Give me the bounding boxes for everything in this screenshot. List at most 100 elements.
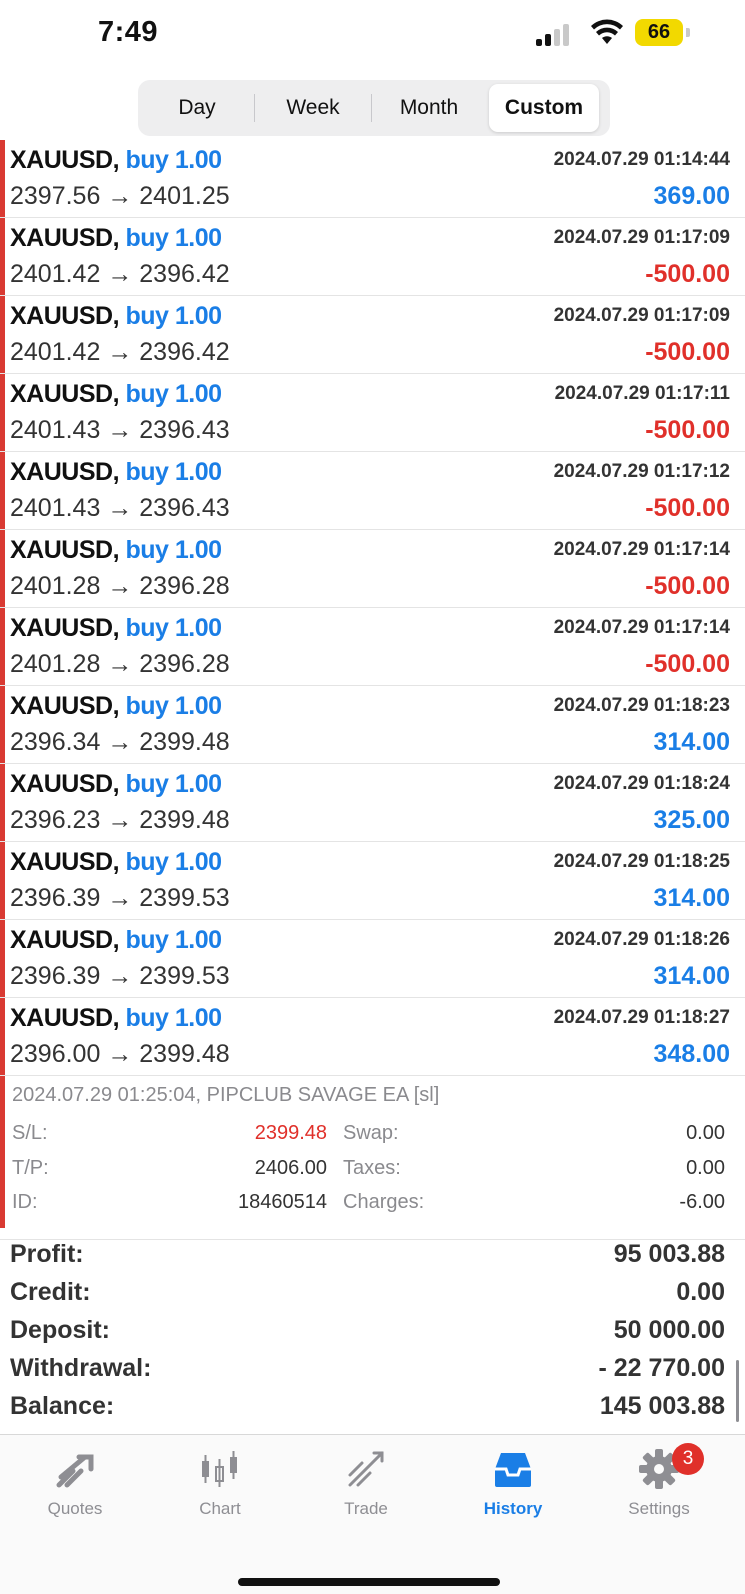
tp-label: T/P:: [12, 1157, 49, 1179]
history-icon: [495, 1453, 531, 1487]
tab-quotes[interactable]: Quotes: [15, 1443, 135, 1523]
tab-chart[interactable]: Chart: [160, 1443, 280, 1523]
tab-trade[interactable]: Trade: [306, 1443, 426, 1523]
deal-prices: 2396.39 → 2399.53: [10, 884, 230, 912]
wifi-icon: [591, 19, 623, 44]
history-list: XAUUSD, buy 1.00 2397.56 → 2401.25 2024.…: [0, 140, 745, 1240]
chart-icon: [202, 1451, 237, 1487]
deal-row[interactable]: XAUUSD, buy 1.00 2397.56 → 2401.25 2024.…: [0, 140, 745, 218]
deal-prices: 2401.43 → 2396.43: [10, 416, 230, 444]
summary-label: Withdrawal:: [10, 1354, 152, 1382]
deal-profit: -500.00: [645, 650, 730, 678]
deal-prices: 2401.28 → 2396.28: [10, 650, 230, 678]
scrollbar[interactable]: [736, 1360, 739, 1422]
swap-value: 0.00: [686, 1122, 725, 1144]
deal-row[interactable]: XAUUSD, buy 1.00 2401.28 → 2396.28 2024.…: [0, 608, 745, 686]
deal-profit: -500.00: [645, 260, 730, 288]
tab-history[interactable]: History: [453, 1443, 573, 1523]
deal-profit: 325.00: [653, 806, 730, 834]
deal-profit: -500.00: [645, 416, 730, 444]
id-value: 18460514: [238, 1191, 327, 1213]
deal-prices: 2401.43 → 2396.43: [10, 494, 230, 522]
trade-icon: [348, 1451, 384, 1487]
account-summary: Profit: 95 003.88 Credit: 0.00 Deposit: …: [0, 1238, 745, 1428]
summary-row-balance: Balance: 145 003.88: [0, 1390, 745, 1428]
deal-time: 2024.07.29 01:17:09: [553, 305, 730, 326]
deal-symbol: XAUUSD,: [10, 926, 120, 954]
deal-side: buy 1.00: [125, 458, 222, 486]
deal-symbol: XAUUSD,: [10, 146, 120, 174]
deal-profit: 369.00: [653, 182, 730, 210]
deal-prices: 2401.28 → 2396.28: [10, 572, 230, 600]
tp-value: 2406.00: [254, 1157, 327, 1179]
deal-row[interactable]: XAUUSD, buy 1.00 2401.42 → 2396.42 2024.…: [0, 218, 745, 296]
segment-divider: [254, 94, 255, 122]
deal-symbol: XAUUSD,: [10, 848, 120, 876]
deal-row[interactable]: XAUUSD, buy 1.00 2396.34 → 2399.48 2024.…: [0, 686, 745, 764]
deal-prices: 2401.42 → 2396.42: [10, 338, 230, 366]
tab-label: Chart: [199, 1499, 241, 1518]
summary-value: 50 000.00: [613, 1316, 725, 1344]
home-indicator[interactable]: [238, 1578, 500, 1586]
deal-symbol: XAUUSD,: [10, 1004, 120, 1032]
deal-profit: 314.00: [653, 728, 730, 756]
swap-label: Swap:: [343, 1122, 399, 1144]
status-time: 7:49: [98, 16, 159, 48]
deal-side: buy 1.00: [125, 224, 222, 252]
summary-row-profit: Profit: 95 003.88: [0, 1238, 745, 1276]
summary-label: Credit:: [10, 1278, 91, 1306]
charges-value: -6.00: [679, 1191, 725, 1213]
tab-bar: Quotes Chart Trade History Settings: [0, 1434, 745, 1594]
deal-row[interactable]: XAUUSD, buy 1.00 2396.39 → 2399.53 2024.…: [0, 920, 745, 998]
battery-tip: [686, 28, 690, 37]
deal-time: 2024.07.29 01:14:44: [553, 149, 730, 170]
summary-row-deposit: Deposit: 50 000.00: [0, 1314, 745, 1352]
deal-prices: 2396.34 → 2399.48: [10, 728, 230, 756]
deal-row[interactable]: XAUUSD, buy 1.00 2401.43 → 2396.43 2024.…: [0, 452, 745, 530]
deal-time: 2024.07.29 01:18:24: [553, 773, 730, 794]
sl-value: 2399.48: [254, 1122, 327, 1144]
summary-label: Balance:: [10, 1392, 115, 1420]
tab-label: Settings: [628, 1499, 690, 1518]
deal-prices: 2396.39 → 2399.53: [10, 962, 230, 990]
deal-symbol: XAUUSD,: [10, 224, 120, 252]
deal-row[interactable]: XAUUSD, buy 1.00 2401.43 → 2396.43 2024.…: [0, 374, 745, 452]
segment-week[interactable]: Week: [256, 84, 370, 132]
deal-row[interactable]: XAUUSD, buy 1.00 2396.23 → 2399.48 2024.…: [0, 764, 745, 842]
deal-symbol: XAUUSD,: [10, 536, 120, 564]
deal-time: 2024.07.29 01:18:27: [553, 1007, 730, 1028]
battery-level: 66: [647, 21, 671, 43]
summary-value: 145 003.88: [599, 1392, 725, 1420]
deal-side: buy 1.00: [125, 770, 222, 798]
deal-row[interactable]: XAUUSD, buy 1.00 2396.00 → 2399.48 2024.…: [0, 998, 745, 1076]
deal-side: buy 1.00: [125, 536, 222, 564]
segment-custom[interactable]: Custom: [489, 84, 599, 132]
tab-label: Quotes: [47, 1499, 103, 1518]
segment-day[interactable]: Day: [142, 84, 252, 132]
deal-profit: -500.00: [645, 338, 730, 366]
deal-time: 2024.07.29 01:18:23: [553, 695, 730, 716]
deal-symbol: XAUUSD,: [10, 380, 120, 408]
deal-profit: 314.00: [653, 884, 730, 912]
deal-time: 2024.07.29 01:17:11: [554, 383, 730, 404]
deal-prices: 2396.00 → 2399.48: [10, 1040, 230, 1068]
deal-row[interactable]: XAUUSD, buy 1.00 2401.28 → 2396.28 2024.…: [0, 530, 745, 608]
segment-month[interactable]: Month: [372, 84, 486, 132]
deal-side: buy 1.00: [125, 614, 222, 642]
summary-value: - 22 770.00: [598, 1354, 726, 1382]
tab-label: Trade: [344, 1499, 388, 1518]
summary-row-credit: Credit: 0.00: [0, 1276, 745, 1314]
deal-profit: -500.00: [645, 572, 730, 600]
deal-symbol: XAUUSD,: [10, 692, 120, 720]
deal-row[interactable]: XAUUSD, buy 1.00 2401.42 → 2396.42 2024.…: [0, 296, 745, 374]
charges-label: Charges:: [343, 1191, 425, 1213]
deal-time: 2024.07.29 01:17:14: [553, 617, 730, 638]
deal-symbol: XAUUSD,: [10, 302, 120, 330]
quotes-icon: [56, 1454, 94, 1488]
deal-side: buy 1.00: [125, 1004, 222, 1032]
deal-row[interactable]: XAUUSD, buy 1.00 2396.39 → 2399.53 2024.…: [0, 842, 745, 920]
settings-badge: 3: [672, 1443, 704, 1475]
id-label: ID:: [12, 1191, 38, 1213]
battery-icon: 66: [635, 19, 683, 46]
deal-symbol: XAUUSD,: [10, 770, 120, 798]
